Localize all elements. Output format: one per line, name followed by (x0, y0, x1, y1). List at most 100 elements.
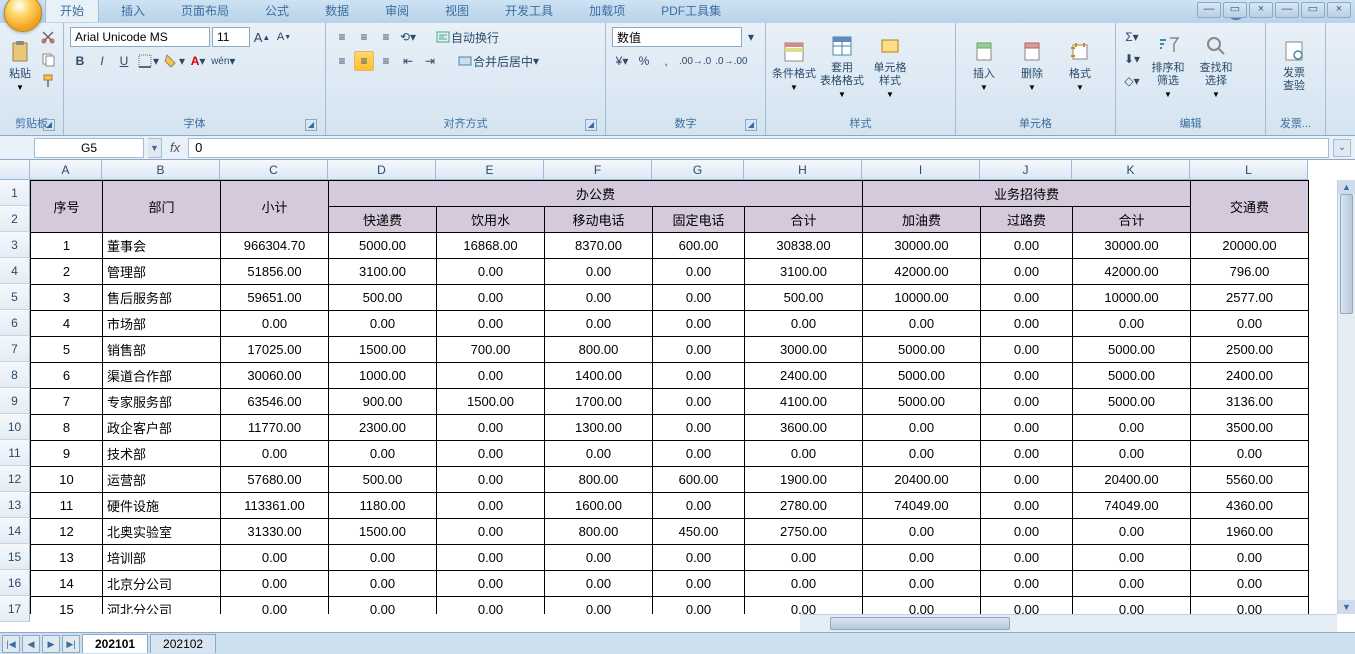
formula-bar-expand-icon[interactable]: ⌄ (1333, 139, 1351, 157)
cell[interactable]: 0.00 (1073, 415, 1191, 441)
dialog-launcher-icon[interactable]: ◢ (745, 119, 757, 131)
cell[interactable]: 0.00 (437, 597, 545, 615)
insert-cells-button[interactable]: 插入▼ (962, 27, 1006, 103)
row-header-5[interactable]: 5 (0, 284, 30, 310)
cell[interactable]: 0.00 (329, 545, 437, 571)
cell[interactable]: 0.00 (863, 597, 981, 615)
cell[interactable]: 0.00 (981, 363, 1073, 389)
column-header-D[interactable]: D (328, 160, 436, 180)
cell[interactable]: 63546.00 (221, 389, 329, 415)
cell[interactable]: 450.00 (653, 519, 745, 545)
cell[interactable]: 硬件设施 (103, 493, 221, 519)
ribbon-tab-插入[interactable]: 插入 (107, 0, 159, 22)
cell[interactable]: 0.00 (981, 337, 1073, 363)
cell[interactable]: 20400.00 (1073, 467, 1191, 493)
cell[interactable]: 0.00 (745, 545, 863, 571)
italic-button[interactable]: I (92, 51, 112, 71)
cell[interactable]: 31330.00 (221, 519, 329, 545)
column-header-H[interactable]: H (744, 160, 862, 180)
cell[interactable]: 渠道合作部 (103, 363, 221, 389)
cell[interactable]: 0.00 (653, 441, 745, 467)
cell[interactable]: 1300.00 (545, 415, 653, 441)
cell[interactable]: 17025.00 (221, 337, 329, 363)
cell[interactable]: 0.00 (437, 259, 545, 285)
cell[interactable]: 10 (31, 467, 103, 493)
row-header-7[interactable]: 7 (0, 336, 30, 362)
cell[interactable]: 0.00 (653, 337, 745, 363)
ribbon-tab-视图[interactable]: 视图 (431, 0, 483, 22)
align-center-button[interactable]: ≡ (354, 51, 374, 71)
cell[interactable]: 董事会 (103, 233, 221, 259)
sheet-nav-next[interactable]: ▶ (42, 635, 60, 653)
cell[interactable]: 500.00 (745, 285, 863, 311)
cell[interactable]: 1 (31, 233, 103, 259)
scroll-down-icon[interactable]: ▼ (1338, 600, 1355, 614)
currency-button[interactable]: ¥▾ (612, 51, 632, 71)
cell[interactable]: 0.00 (437, 285, 545, 311)
row-header-6[interactable]: 6 (0, 310, 30, 336)
fill-color-button[interactable]: ▾ (162, 51, 186, 71)
ribbon-tab-开发工具[interactable]: 开发工具 (491, 0, 567, 22)
cell[interactable]: 0.00 (545, 285, 653, 311)
cell[interactable]: 北奥实验室 (103, 519, 221, 545)
cell[interactable]: 0.00 (437, 519, 545, 545)
cell[interactable]: 0.00 (653, 311, 745, 337)
cell[interactable]: 0.00 (981, 389, 1073, 415)
cell[interactable]: 0.00 (1191, 597, 1309, 615)
cell[interactable]: 15 (31, 597, 103, 615)
cell[interactable]: 0.00 (863, 311, 981, 337)
cell[interactable]: 0.00 (437, 441, 545, 467)
column-header-C[interactable]: C (220, 160, 328, 180)
cell[interactable]: 20400.00 (863, 467, 981, 493)
cell[interactable]: 966304.70 (221, 233, 329, 259)
cell[interactable]: 河北分公司 (103, 597, 221, 615)
cell[interactable]: 51856.00 (221, 259, 329, 285)
cell[interactable]: 0.00 (653, 363, 745, 389)
delete-cells-button[interactable]: 删除▼ (1010, 27, 1054, 103)
cell[interactable]: 1400.00 (545, 363, 653, 389)
cell[interactable]: 6 (31, 363, 103, 389)
cell[interactable]: 0.00 (1191, 545, 1309, 571)
format-cells-button[interactable]: 格式▼ (1058, 27, 1102, 103)
cell[interactable]: 1000.00 (329, 363, 437, 389)
cell[interactable]: 800.00 (545, 337, 653, 363)
cell[interactable]: 3 (31, 285, 103, 311)
cell[interactable]: 0.00 (1073, 597, 1191, 615)
cell[interactable]: 30060.00 (221, 363, 329, 389)
cell[interactable]: 3100.00 (745, 259, 863, 285)
sheet-tab-202101[interactable]: 202101 (82, 634, 148, 653)
cell[interactable]: 0.00 (221, 571, 329, 597)
cell[interactable]: 0.00 (437, 363, 545, 389)
cell[interactable]: 0.00 (1191, 441, 1309, 467)
cut-button[interactable] (38, 27, 58, 47)
find-select-button[interactable]: 查找和 选择▼ (1194, 27, 1238, 103)
cell[interactable]: 42000.00 (863, 259, 981, 285)
cell[interactable]: 900.00 (329, 389, 437, 415)
cell[interactable]: 0.00 (221, 311, 329, 337)
cell[interactable]: 1500.00 (437, 389, 545, 415)
column-header-B[interactable]: B (102, 160, 220, 180)
cell[interactable]: 1700.00 (545, 389, 653, 415)
cell[interactable]: 3500.00 (1191, 415, 1309, 441)
cell[interactable]: 0.00 (653, 597, 745, 615)
cell[interactable]: 9 (31, 441, 103, 467)
cell[interactable]: 0.00 (221, 545, 329, 571)
cell[interactable]: 0.00 (981, 285, 1073, 311)
cell[interactable]: 0.00 (981, 597, 1073, 615)
cell[interactable]: 0.00 (545, 545, 653, 571)
cell[interactable]: 0.00 (545, 597, 653, 615)
cell[interactable]: 0.00 (1191, 311, 1309, 337)
phonetic-button[interactable]: wén▾ (210, 51, 236, 71)
column-header-G[interactable]: G (652, 160, 744, 180)
cell[interactable]: 4100.00 (745, 389, 863, 415)
row-header-9[interactable]: 9 (0, 388, 30, 414)
percent-button[interactable]: % (634, 51, 654, 71)
app-minimize-button[interactable]: — (1197, 2, 1221, 18)
orientation-button[interactable]: ⟲▾ (398, 27, 418, 47)
cell[interactable]: 8 (31, 415, 103, 441)
merge-center-button[interactable]: 合并后居中▾ (452, 51, 544, 71)
comma-button[interactable]: , (656, 51, 676, 71)
cell[interactable]: 5000.00 (863, 337, 981, 363)
cell[interactable]: 1500.00 (329, 337, 437, 363)
cell[interactable]: 0.00 (981, 571, 1073, 597)
